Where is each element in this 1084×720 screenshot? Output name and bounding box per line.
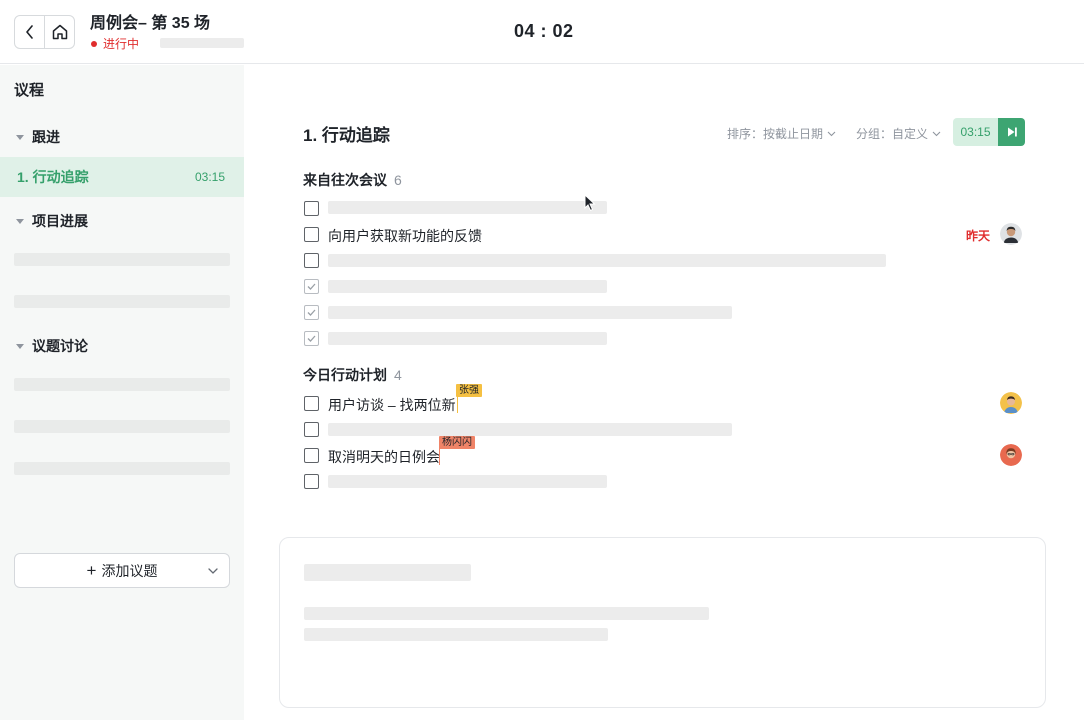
task-placeholder [328,332,607,345]
caret-down-icon [16,134,24,140]
group-title: 今日行动计划 4 [303,365,402,385]
task-text[interactable]: 取消明天的日例会 [328,447,440,467]
notes-line-placeholder [304,628,608,641]
sidebar-section-progress[interactable]: 项目进展 [16,211,88,231]
sidebar-item-placeholder [14,420,230,433]
task-checkbox[interactable] [304,448,319,463]
nav-button-group [14,15,75,49]
caret-down-icon [16,343,24,349]
section-timer: 03:15 [953,118,1025,146]
task-checkbox[interactable] [304,396,319,411]
task-text[interactable]: 向用户获取新功能的反馈 [328,226,482,246]
add-topic-label: 添加议题 [101,562,158,579]
task-placeholder [328,280,607,293]
task-placeholder [328,475,607,488]
home-icon [52,24,67,40]
task-placeholder [328,201,607,214]
collaborator-tag: 杨闪闪 [439,436,475,449]
group-count: 6 [394,172,402,188]
sidebar-title: 议程 [14,82,45,99]
avatar[interactable] [1000,444,1022,466]
task-checkbox[interactable] [304,227,319,242]
group-count: 4 [394,367,402,383]
timer-value: 03:15 [953,118,998,146]
check-icon [307,309,316,316]
agenda-sidebar: 议程 跟进 1. 行动追踪 03:15 项目进展 议题讨论 + 添加议题 [0,65,244,720]
sidebar-item-action-tracking[interactable]: 1. 行动追踪 03:15 [0,157,244,197]
sidebar-section-discussion[interactable]: 议题讨论 [16,336,88,356]
task-checkbox[interactable] [304,201,319,216]
sort-label: 排序：按截止日期 [727,127,824,141]
group-dropdown[interactable]: 分组：自定义 [856,125,941,142]
plus-icon: + [86,561,97,580]
avatar[interactable] [1000,392,1022,414]
task-checkbox-checked[interactable] [304,305,319,320]
collaborator-cursor [439,448,440,465]
sidebar-section-label: 项目进展 [32,213,88,229]
caret-down-icon [16,218,24,224]
sidebar-item-time: 03:15 [194,170,225,184]
sidebar-section-followup[interactable]: 跟进 [16,127,60,147]
sidebar-item-placeholder [14,295,230,308]
status-label: 进行中 [103,37,140,51]
avatar[interactable] [1000,223,1022,245]
group-label: 分组：自定义 [856,127,929,141]
mouse-pointer-icon [584,194,596,212]
section-title: 1. 行动追踪 [303,126,390,145]
sidebar-item-placeholder [14,253,230,266]
task-checkbox-checked[interactable] [304,279,319,294]
add-topic-button[interactable]: + 添加议题 [14,553,230,588]
task-checkbox-checked[interactable] [304,331,319,346]
top-bar: 周例会– 第 35 场 进行中 04 : 02 [0,0,1084,64]
notes-panel[interactable] [279,537,1046,708]
back-button[interactable] [15,16,44,48]
chevron-down-icon [827,131,836,137]
collaborator-tag: 张强 [456,384,482,397]
sidebar-section-label: 议题讨论 [32,338,88,354]
live-dot-icon [91,40,97,47]
collaborator-cursor [457,396,458,413]
task-placeholder [328,423,732,436]
notes-line-placeholder [304,607,709,620]
sidebar-item-placeholder [14,462,230,475]
notes-title-placeholder [304,564,471,581]
sidebar-section-label: 跟进 [32,129,60,145]
task-placeholder [328,254,886,267]
check-icon [307,283,316,290]
chevron-down-icon [932,131,941,137]
next-section-button[interactable] [998,118,1025,146]
status-badge: 进行中 [91,35,139,52]
check-icon [307,335,316,342]
sort-dropdown[interactable]: 排序：按截止日期 [727,125,836,142]
group-title-label: 来自往次会议 [303,172,387,188]
meeting-title: 周例会– 第 35 场 [90,15,211,32]
task-checkbox[interactable] [304,474,319,489]
group-title-label: 今日行动计划 [303,367,387,383]
task-text[interactable]: 用户访谈 – 找两位新 [328,395,456,415]
task-placeholder [328,306,732,319]
skip-forward-icon [1007,127,1017,137]
meeting-clock: 04 : 02 [514,21,574,41]
sidebar-item-label: 1. 行动追踪 [17,169,89,185]
task-checkbox[interactable] [304,422,319,437]
task-checkbox[interactable] [304,253,319,268]
subtitle-placeholder [160,38,244,48]
chevron-left-icon [25,25,33,39]
sidebar-item-placeholder [14,378,230,391]
due-date: 昨天 [966,229,991,243]
chevron-down-icon[interactable] [207,565,219,577]
group-title: 来自往次会议 6 [303,170,402,190]
home-button[interactable] [44,16,74,48]
